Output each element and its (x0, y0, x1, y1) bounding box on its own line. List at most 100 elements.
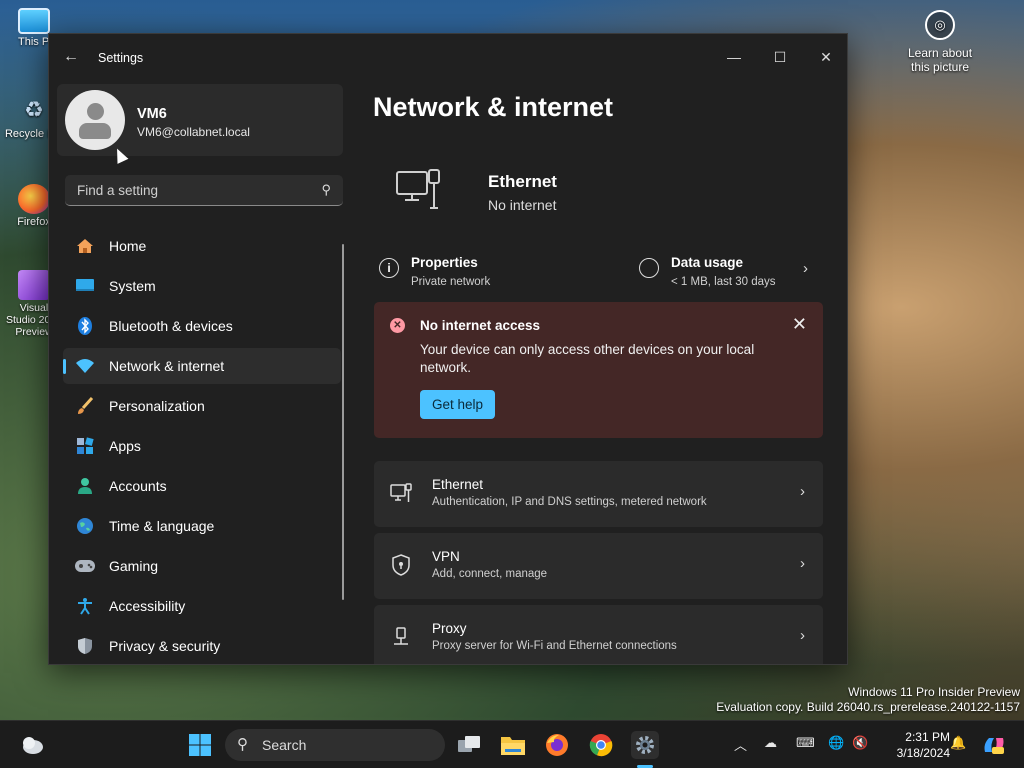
no-internet-alert: ✕ No internet access Your device can onl… (374, 302, 823, 438)
proxy-icon (390, 625, 412, 649)
visual-studio-icon (18, 270, 50, 300)
sidebar-item-label: Personalization (109, 398, 205, 414)
alert-description: Your device can only access other device… (420, 342, 755, 375)
globe-icon (75, 516, 95, 536)
info-icon: i (379, 258, 399, 278)
sidebar-item-gaming[interactable]: Gaming (63, 548, 341, 584)
sidebar-item-label: Gaming (109, 558, 159, 574)
firefox-taskbar-icon[interactable] (543, 731, 571, 759)
proxy-card[interactable]: Proxy Proxy server for Wi-Fi and Etherne… (374, 605, 823, 664)
settings-gear-icon[interactable] (631, 731, 659, 759)
sidebar-item-label: Bluetooth & devices (109, 318, 233, 334)
learn-about-picture[interactable]: ◎ Learn about this picture (900, 10, 980, 74)
sidebar-item-privacy[interactable]: Privacy & security (63, 628, 341, 664)
vpn-shield-icon (390, 553, 412, 577)
card-subtitle: Proxy server for Wi-Fi and Ethernet conn… (432, 640, 677, 652)
search-input[interactable] (75, 182, 309, 199)
connection-status-text: No internet (488, 197, 557, 213)
keyboard-icon[interactable]: ⌨ (796, 735, 815, 751)
chevron-right-icon: › (800, 555, 805, 572)
sidebar-item-bluetooth[interactable]: Bluetooth & devices (63, 308, 341, 344)
find-setting-search[interactable]: ⚲ (65, 175, 343, 206)
chevron-right-icon: › (800, 483, 805, 500)
clock-time: 2:31 PM (905, 730, 950, 744)
sidebar-item-label: Network & internet (109, 358, 225, 374)
taskbar-search-label: Search (262, 737, 307, 753)
minimize-button[interactable]: — (711, 42, 757, 72)
ethernet-monitor-icon (395, 166, 443, 214)
firefox-icon (18, 184, 50, 214)
ethernet-icon (390, 481, 412, 505)
profile-email: VM6@collabnet.local (137, 125, 250, 139)
windows-watermark: Windows 11 Pro Insider Preview Evaluatio… (716, 685, 1020, 715)
network-icon (75, 356, 95, 376)
sidebar-item-label: Time & language (109, 518, 215, 534)
user-profile-card[interactable]: VM6 VM6@collabnet.local (57, 84, 343, 156)
title-bar: ← Settings — ☐ ✕ (49, 34, 847, 80)
card-title: Proxy (432, 621, 467, 636)
monitor-icon (18, 8, 50, 34)
camera-icon: ◎ (925, 10, 955, 40)
accounts-icon (75, 476, 95, 496)
learn-label: Learn about this picture (907, 46, 973, 74)
error-icon: ✕ (390, 318, 405, 333)
sidebar-item-personalization[interactable]: Personalization (63, 388, 341, 424)
chrome-icon[interactable] (587, 731, 615, 759)
sidebar-item-time-language[interactable]: Time & language (63, 508, 341, 544)
sidebar-item-network[interactable]: Network & internet (63, 348, 341, 384)
sidebar-item-apps[interactable]: Apps (63, 428, 341, 464)
chevron-right-icon: › (800, 627, 805, 644)
task-view-icon[interactable] (455, 731, 483, 759)
close-button[interactable]: ✕ (803, 42, 847, 72)
sidebar-item-system[interactable]: System (63, 268, 341, 304)
taskbar: ⚲ Search ︿ ☁ ⌨ 🌐 🔇 2:31 PM 3/18/2024 🔔 (0, 720, 1024, 768)
clock-date: 3/18/2024 (896, 746, 950, 760)
card-subtitle: Authentication, IP and DNS settings, met… (432, 496, 707, 508)
watermark-line-1: Windows 11 Pro Insider Preview (848, 685, 1020, 699)
sidebar-item-accessibility[interactable]: Accessibility (63, 588, 341, 624)
window-title: Settings (98, 51, 144, 65)
sidebar-item-label: Accounts (109, 478, 167, 494)
card-subtitle: Add, connect, manage (432, 568, 548, 580)
avatar-head (87, 103, 104, 120)
brush-icon (75, 396, 95, 416)
sidebar-item-label: Accessibility (109, 598, 186, 614)
clock[interactable]: 2:31 PM 3/18/2024 (880, 729, 950, 761)
maximize-button[interactable]: ☐ (757, 42, 803, 72)
chevron-up-icon[interactable]: ︿ (734, 735, 747, 754)
recycle-bin-icon: ♻ (24, 97, 44, 122)
settings-window: ← Settings — ☐ ✕ VM6 VM6@collabnet.local… (48, 33, 848, 665)
network-globe-icon[interactable]: 🌐 (828, 735, 844, 751)
sidebar-item-accounts[interactable]: Accounts (63, 468, 341, 504)
vpn-card[interactable]: VPN Add, connect, manage › (374, 533, 823, 599)
bluetooth-icon (75, 316, 95, 336)
alert-close-icon[interactable]: ✕ (792, 314, 807, 335)
search-icon: ⚲ (237, 736, 248, 753)
gamepad-icon (75, 556, 95, 576)
sidebar-item-label: Apps (109, 438, 141, 454)
search-icon[interactable]: ⚲ (321, 182, 331, 198)
alert-title: No internet access (420, 318, 541, 333)
taskbar-search[interactable]: ⚲ Search (225, 729, 445, 761)
home-icon (75, 236, 95, 256)
sidebar-nav: Home System Bluetooth & devices Network … (63, 228, 341, 664)
chevron-right-icon[interactable]: › (803, 260, 808, 277)
onedrive-offline-icon[interactable]: ☁ (764, 735, 777, 751)
sidebar-item-home[interactable]: Home (63, 228, 341, 264)
sidebar-item-label: Privacy & security (109, 638, 221, 654)
connection-status: Ethernet No internet (373, 160, 823, 230)
back-arrow-icon[interactable]: ← (63, 48, 79, 66)
notification-bell-icon[interactable]: 🔔 (950, 735, 966, 751)
data-usage-title: Data usage (671, 255, 744, 270)
sidebar-scrollbar[interactable] (342, 244, 344, 600)
ethernet-card[interactable]: Ethernet Authentication, IP and DNS sett… (374, 461, 823, 527)
file-explorer-icon[interactable] (499, 731, 527, 759)
copilot-icon[interactable] (980, 731, 1008, 759)
weather-icon[interactable] (18, 731, 46, 759)
properties-title: Properties (411, 255, 478, 270)
connection-name: Ethernet (488, 172, 557, 191)
get-help-button[interactable]: Get help (420, 390, 496, 419)
volume-muted-icon[interactable]: 🔇 (852, 735, 868, 751)
start-icon[interactable] (186, 731, 214, 759)
avatar (65, 90, 125, 150)
